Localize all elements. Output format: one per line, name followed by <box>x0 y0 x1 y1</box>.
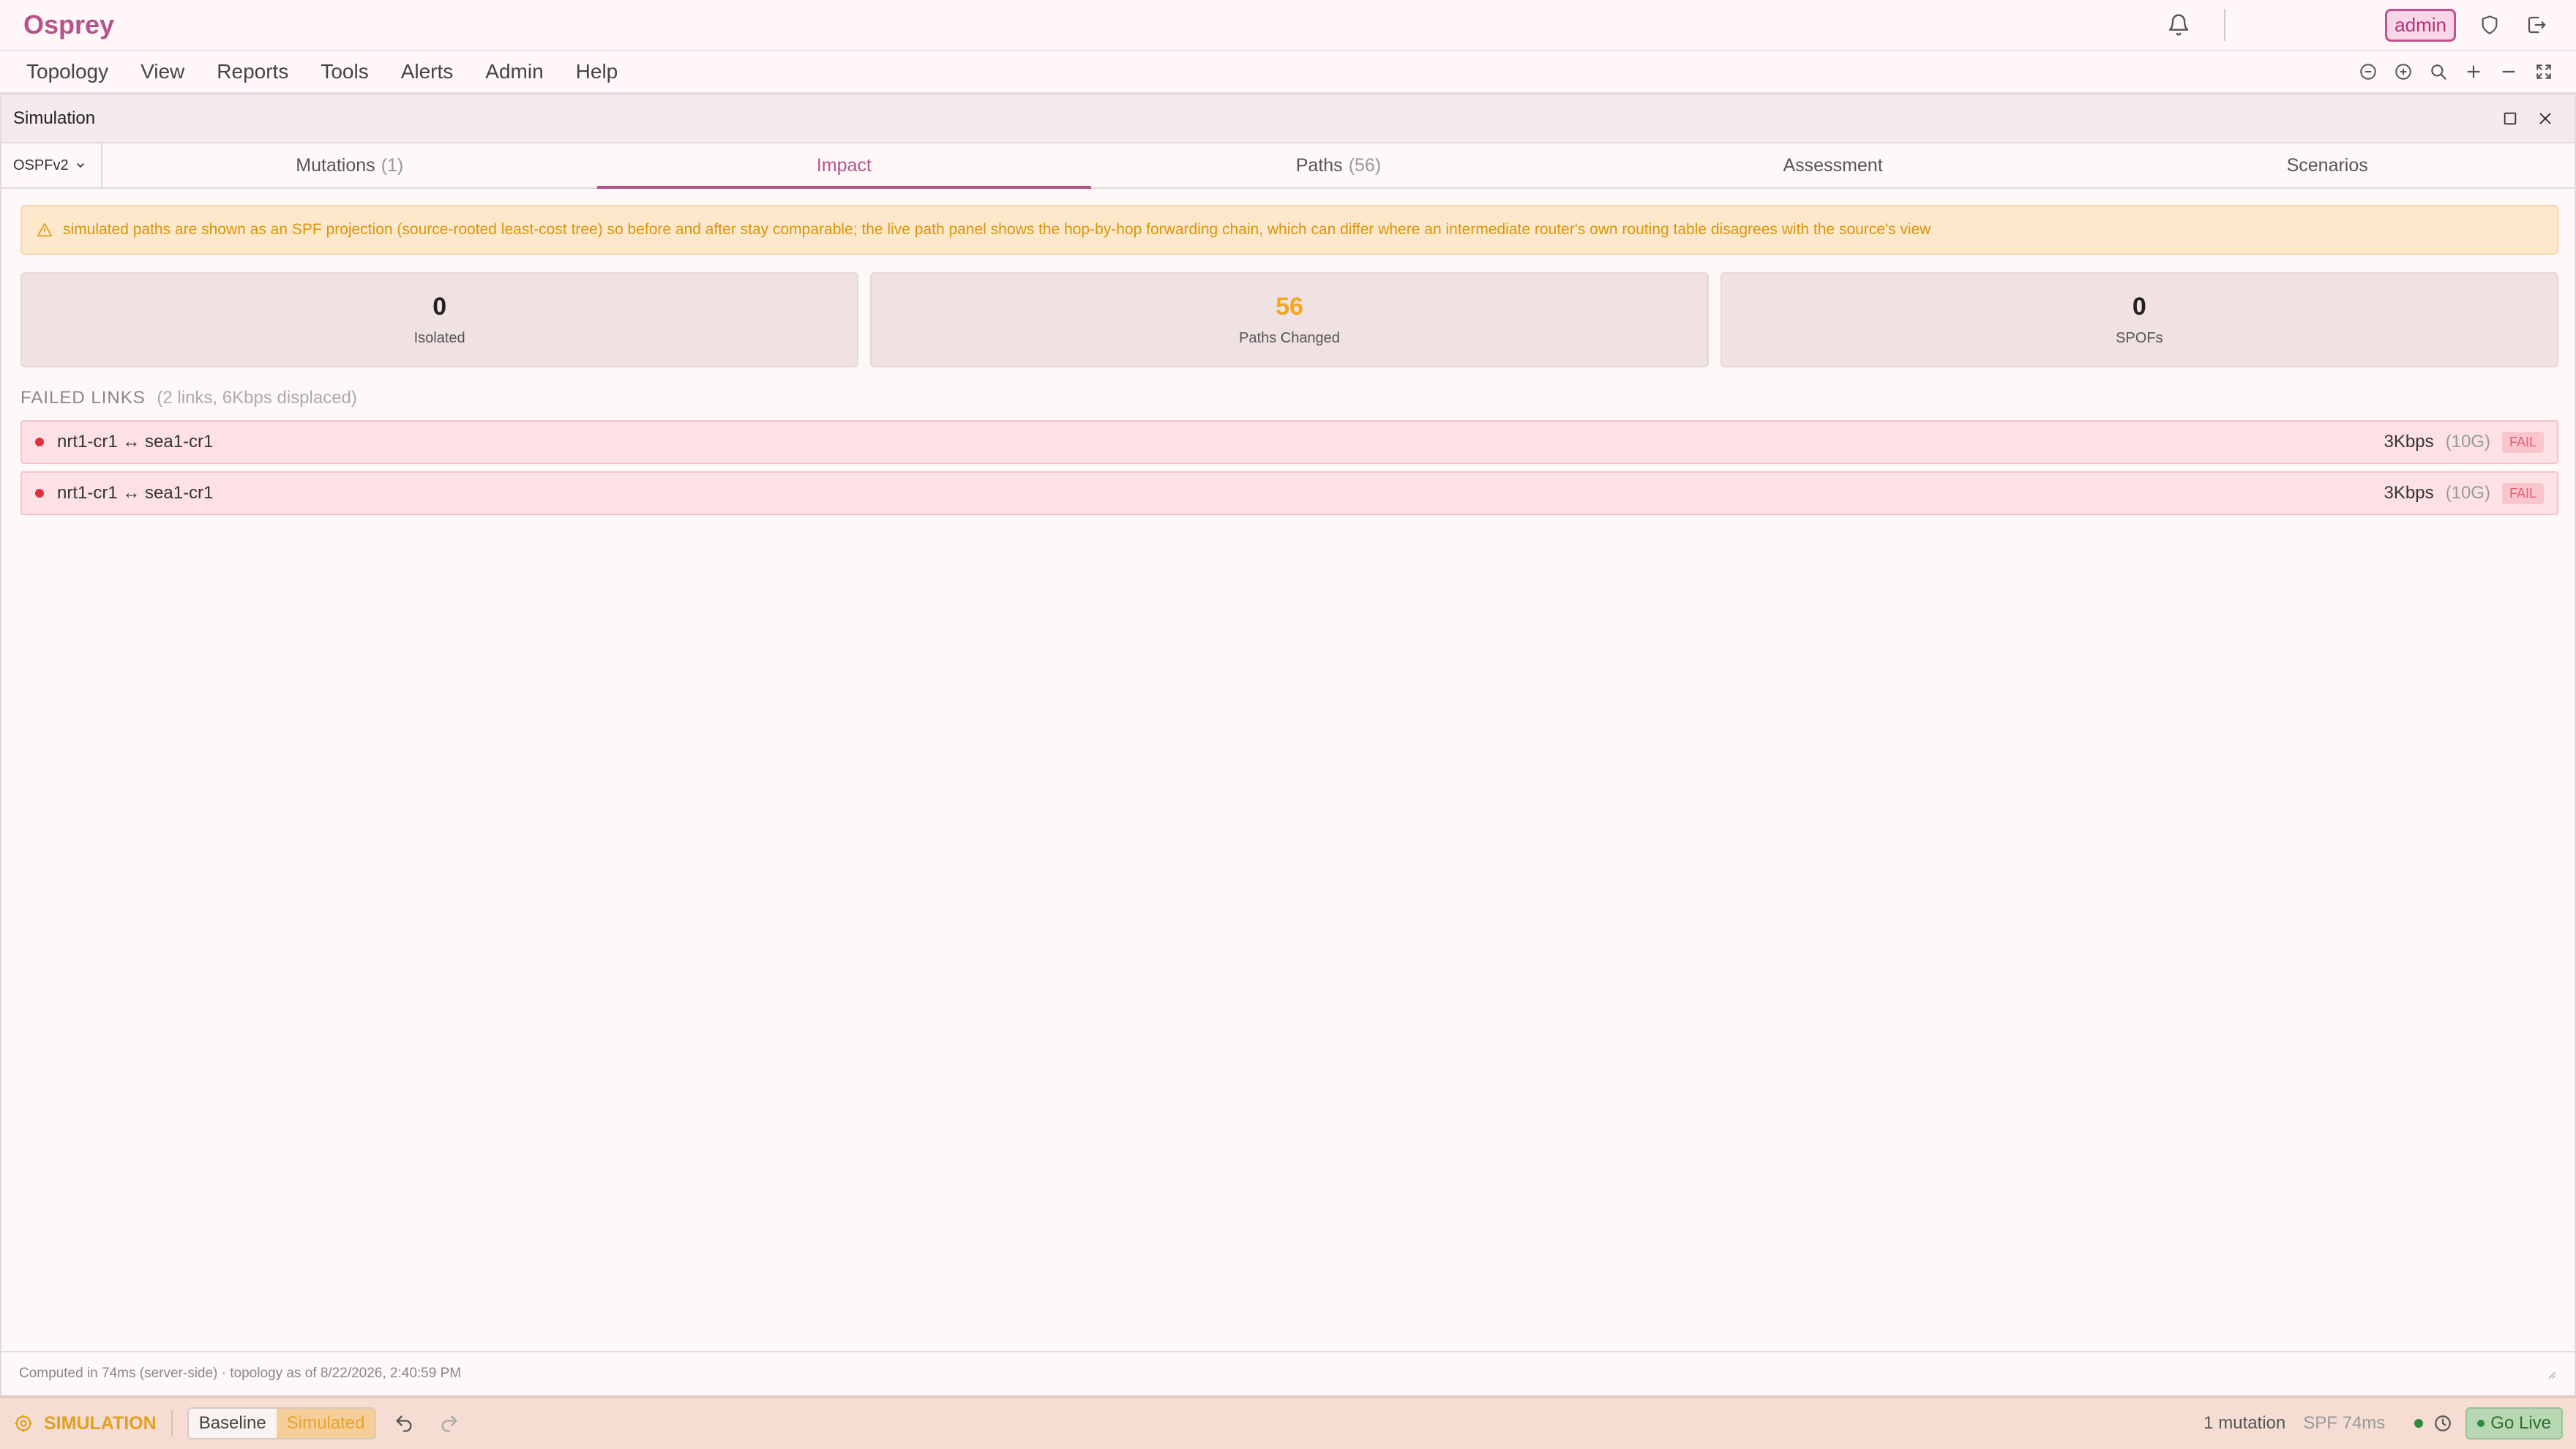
protocol-select[interactable]: OSPFv2 <box>1 143 102 187</box>
tab-label: Paths <box>1295 154 1343 176</box>
menu-reports[interactable]: Reports <box>205 60 300 83</box>
fail-status-dot <box>35 438 44 446</box>
failed-links-summary: (2 links, 6Kbps displaced) <box>157 388 357 408</box>
failed-link-row[interactable]: nrt1-cr1 ↔ sea1-cr1 3Kbps (10G) FAIL <box>20 471 2558 515</box>
stat-value: 0 <box>433 293 447 321</box>
impact-stats: 0 Isolated 56 Paths Changed 0 SPOFs <box>20 272 2558 367</box>
tab-scenarios[interactable]: Scenarios <box>2080 143 2575 187</box>
clock-icon[interactable] <box>2433 1414 2452 1433</box>
fail-status-dot <box>35 489 44 498</box>
tab-impact[interactable]: Impact <box>596 143 1092 189</box>
zoom-out-circle-icon[interactable] <box>2351 54 2386 89</box>
tab-label: Scenarios <box>2286 154 2368 176</box>
simulated-button[interactable]: Simulated <box>276 1409 375 1438</box>
link-name: nrt1-cr1 ↔ sea1-cr1 <box>57 483 214 503</box>
menu-admin[interactable]: Admin <box>473 60 555 83</box>
section-title-text: FAILED LINKS <box>20 388 146 408</box>
shield-icon[interactable] <box>2474 9 2506 41</box>
stat-spofs: 0 SPOFs <box>1720 272 2558 367</box>
warning-text: simulated paths are shown as an SPF proj… <box>63 221 1931 238</box>
live-dot-icon <box>2477 1420 2485 1427</box>
menu-help[interactable]: Help <box>564 60 630 83</box>
stat-label: Isolated <box>413 330 465 346</box>
minus-icon[interactable] <box>2491 54 2526 89</box>
stat-value: 56 <box>1276 293 1303 321</box>
protocol-value: OSPFv2 <box>13 157 69 173</box>
link-capacity: (10G) <box>2445 432 2490 452</box>
menu-alerts[interactable]: Alerts <box>389 60 465 83</box>
baseline-button[interactable]: Baseline <box>188 1409 277 1438</box>
bell-icon[interactable] <box>2163 9 2195 41</box>
tab-paths[interactable]: Paths (56) <box>1091 143 1586 187</box>
link-name: nrt1-cr1 ↔ sea1-cr1 <box>57 432 214 452</box>
zoom-in-circle-icon[interactable] <box>2386 54 2421 89</box>
mutation-count: 1 mutation <box>2204 1413 2286 1433</box>
gear-icon <box>13 1413 34 1434</box>
fail-badge: FAIL <box>2501 482 2544 504</box>
spf-timing: SPF 74ms <box>2303 1413 2386 1433</box>
spf-warning-banner: simulated paths are shown as an SPF proj… <box>20 205 2558 255</box>
fail-badge: FAIL <box>2501 431 2544 453</box>
link-capacity: (10G) <box>2445 483 2490 503</box>
failed-link-row[interactable]: nrt1-cr1 ↔ sea1-cr1 3Kbps (10G) FAIL <box>20 420 2558 464</box>
panel-controls <box>2493 101 2563 136</box>
close-icon[interactable] <box>2528 101 2563 136</box>
tab-label: Impact <box>816 154 872 176</box>
tab-mutations[interactable]: Mutations (1) <box>102 143 597 187</box>
undo-icon[interactable] <box>386 1406 422 1441</box>
menu-topology[interactable]: Topology <box>15 60 120 83</box>
failed-links-list: nrt1-cr1 ↔ sea1-cr1 3Kbps (10G) FAIL nrt… <box>20 420 2558 515</box>
tab-label: Assessment <box>1783 154 1883 176</box>
panel-header: Simulation <box>1 95 2575 143</box>
header-divider <box>2224 9 2226 41</box>
user-badge[interactable]: admin <box>2385 8 2456 42</box>
simulation-panel: Simulation OSPFv2 Mutations (1) Impact P… <box>0 94 2576 1396</box>
maximize-icon[interactable] <box>2493 101 2528 136</box>
plus-icon[interactable] <box>2456 54 2491 89</box>
computed-info: Computed in 74ms (server-side) · topolog… <box>19 1366 462 1381</box>
app-title[interactable]: Osprey <box>23 10 114 40</box>
stat-value: 0 <box>2132 293 2146 321</box>
status-bar: SIMULATION Baseline Simulated 1 mutation… <box>0 1396 2576 1449</box>
tab-count: (56) <box>1348 154 1382 176</box>
go-live-label: Go Live <box>2490 1413 2551 1433</box>
tab-count: (1) <box>381 154 404 176</box>
go-live-button[interactable]: Go Live <box>2465 1407 2563 1439</box>
status-right: 1 mutation SPF 74ms Go Live <box>2204 1407 2563 1439</box>
status-divider <box>171 1410 173 1437</box>
resize-grip-icon[interactable] <box>2544 1367 2557 1380</box>
search-icon[interactable] <box>2421 54 2456 89</box>
warning-icon <box>37 222 53 238</box>
simulation-mode-indicator: SIMULATION <box>13 1413 157 1434</box>
panel-title: Simulation <box>13 108 96 128</box>
stat-label: SPOFs <box>2116 330 2163 346</box>
failed-links-heading: FAILED LINKS (2 links, 6Kbps displaced) <box>20 388 2558 408</box>
impact-content: simulated paths are shown as an SPF proj… <box>20 205 2558 523</box>
stat-isolated: 0 Isolated <box>20 272 859 367</box>
app-header: Osprey admin <box>0 0 2576 51</box>
stat-label: Paths Changed <box>1239 330 1340 346</box>
menu-view[interactable]: View <box>129 60 196 83</box>
mode-label: SIMULATION <box>44 1412 157 1434</box>
menu-tools[interactable]: Tools <box>309 60 380 83</box>
view-toggle: Baseline Simulated <box>187 1407 377 1439</box>
tab-assessment[interactable]: Assessment <box>1586 143 2081 187</box>
map-tools <box>2351 54 2561 89</box>
tab-bar: OSPFv2 Mutations (1) Impact Paths (56) A… <box>1 143 2575 189</box>
menubar: Topology View Reports Tools Alerts Admin… <box>0 51 2576 94</box>
fit-screen-icon[interactable] <box>2526 54 2561 89</box>
redo-icon[interactable] <box>432 1406 467 1441</box>
link-traffic: 3Kbps <box>2384 432 2434 452</box>
chevron-down-icon <box>75 160 86 171</box>
connection-status-dot <box>2414 1419 2424 1428</box>
link-metrics: 3Kbps (10G) FAIL <box>2384 482 2544 504</box>
link-metrics: 3Kbps (10G) FAIL <box>2384 431 2544 453</box>
stat-paths-changed: 56 Paths Changed <box>870 272 1709 367</box>
tab-label: Mutations <box>296 154 375 176</box>
link-traffic: 3Kbps <box>2384 483 2434 503</box>
panel-footer: Computed in 74ms (server-side) · topolog… <box>1 1351 2575 1395</box>
logout-icon[interactable] <box>2520 9 2553 41</box>
header-actions: admin <box>2163 0 2553 50</box>
